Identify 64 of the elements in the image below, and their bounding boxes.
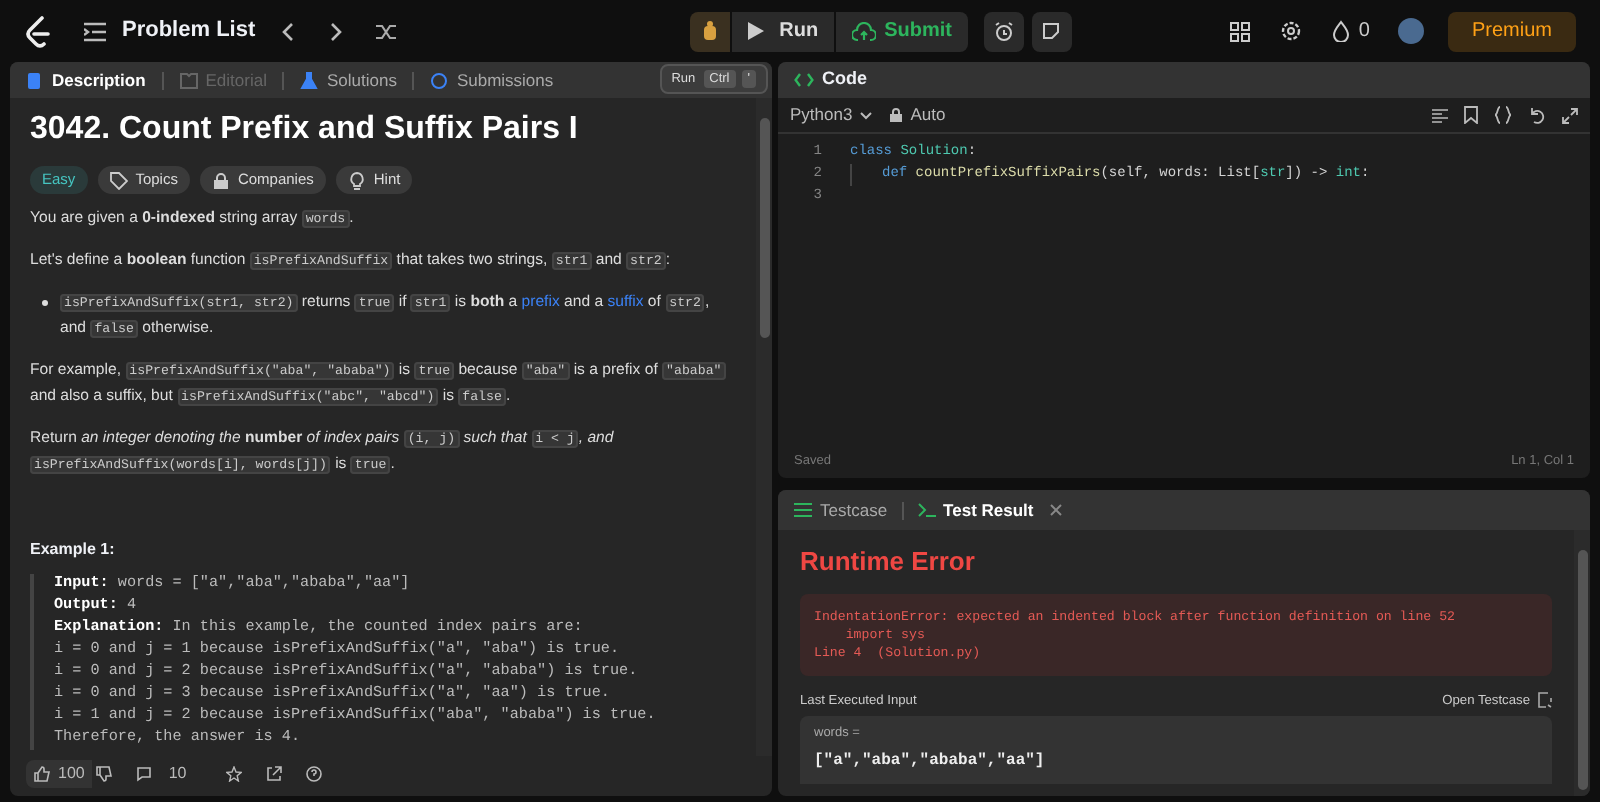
grid-icon[interactable]	[1230, 21, 1251, 41]
book-icon	[179, 71, 198, 89]
scrollbar[interactable]	[1574, 530, 1590, 796]
language-dropdown[interactable]: Python3	[790, 102, 873, 128]
lock-icon	[890, 108, 903, 122]
expand-icon[interactable]	[1562, 107, 1578, 123]
share-icon[interactable]	[266, 766, 283, 782]
chevron-left-icon[interactable]	[279, 21, 296, 41]
run-button[interactable]: Run	[731, 11, 835, 51]
flame-icon[interactable]	[1332, 20, 1351, 42]
help-icon[interactable]	[306, 766, 323, 782]
format-icon[interactable]	[1432, 107, 1448, 123]
avatar[interactable]	[1397, 18, 1424, 44]
flask-icon	[300, 71, 319, 89]
like-button[interactable]: 100	[26, 760, 93, 788]
tab[interactable]: Solutions	[300, 67, 397, 93]
comment-count: 10	[168, 762, 187, 786]
list-icon[interactable]	[84, 21, 106, 41]
problem-list-link[interactable]: Problem List	[122, 14, 256, 48]
document-icon	[1538, 692, 1552, 709]
submit-button[interactable]: Submit	[836, 11, 968, 51]
tag-icon	[109, 171, 128, 189]
bookmark-icon[interactable]	[1464, 106, 1478, 124]
chevron-right-icon[interactable]	[327, 21, 344, 41]
alarm-clock-icon	[993, 21, 1014, 41]
tab[interactable]: Testcase	[794, 497, 888, 523]
code-icon	[794, 72, 814, 88]
comment-icon[interactable]	[136, 766, 153, 782]
input-value: ["a","aba","ababa","aa"]	[814, 750, 1047, 775]
problem-title: 3042. Count Prefix and Suffix Pairs I	[30, 110, 580, 150]
cloud-upload-icon	[852, 21, 877, 41]
tab[interactable]: Description	[26, 67, 146, 93]
close-icon[interactable]	[1049, 504, 1062, 516]
code-tab[interactable]: Code	[822, 66, 867, 94]
bug-icon	[699, 20, 720, 42]
terminal-icon	[917, 502, 936, 518]
streak-count: 0	[1358, 18, 1370, 46]
example-title: Example 1:	[30, 538, 117, 562]
timer-button[interactable]	[983, 11, 1024, 51]
tab[interactable]: Test Result	[917, 497, 1034, 523]
play-icon	[747, 22, 764, 40]
thumbs-down-icon[interactable]	[96, 766, 113, 782]
undo-icon[interactable]	[1528, 106, 1546, 124]
note-icon	[1042, 22, 1061, 40]
clock-icon	[430, 71, 449, 89]
lightbulb-icon	[347, 171, 366, 189]
lock-icon	[211, 171, 230, 189]
tab[interactable]: Submissions	[430, 67, 554, 93]
chevron-down-icon	[860, 111, 873, 119]
thumbs-up-icon	[34, 766, 50, 782]
premium-button[interactable]: Premium	[1447, 11, 1576, 51]
braces-icon[interactable]	[1494, 106, 1512, 124]
scrollbar[interactable]	[756, 98, 772, 756]
settings-icon[interactable]	[1280, 20, 1303, 42]
star-icon[interactable]	[226, 766, 243, 782]
logo-icon[interactable]	[24, 15, 52, 47]
debug-button[interactable]	[689, 11, 730, 51]
note-button[interactable]	[1031, 11, 1072, 51]
bullet-icon	[42, 300, 48, 306]
auto-mode-label[interactable]: Auto	[910, 102, 946, 128]
result-status: Runtime Error	[800, 544, 977, 580]
shuffle-icon[interactable]	[375, 21, 398, 41]
document-icon	[26, 71, 44, 89]
checklist-icon	[794, 502, 812, 518]
